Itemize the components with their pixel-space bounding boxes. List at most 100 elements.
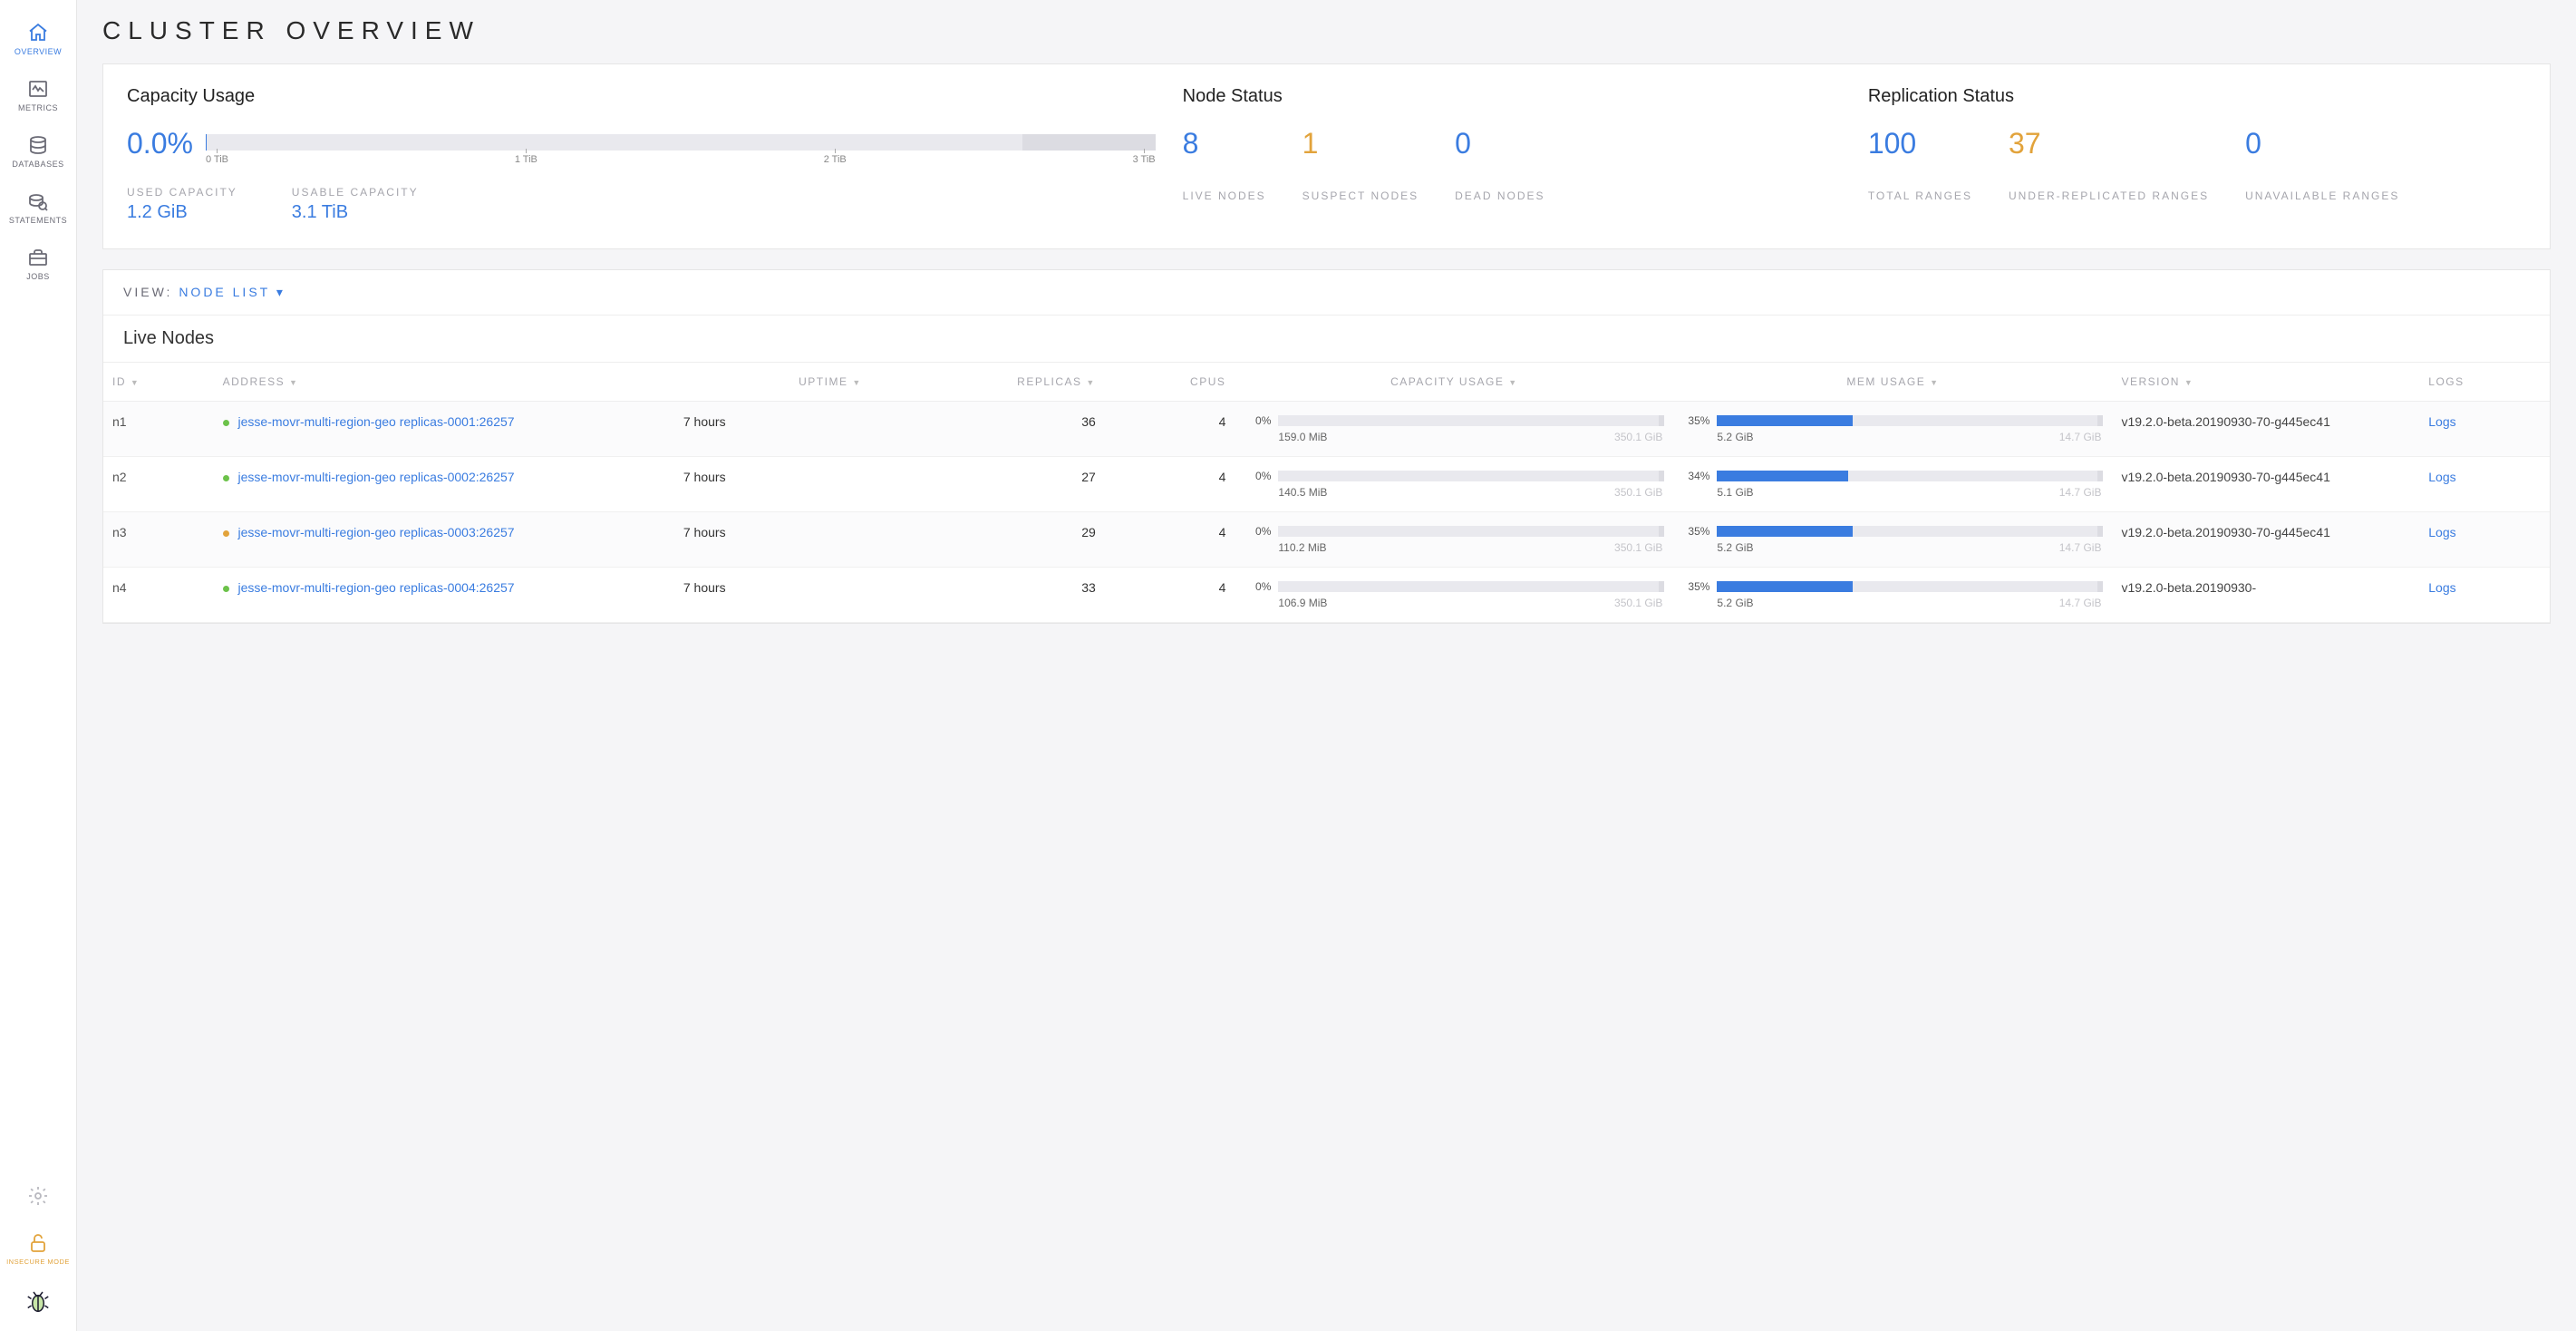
node-version: v19.2.0-beta.20190930-70-g445ec41 — [2112, 456, 2419, 511]
capacity-section: Capacity Usage 0.0% 0 TiB 1 TiB 2 TiB 3 … — [127, 86, 1156, 223]
capacity-title: Capacity Usage — [127, 86, 1156, 107]
col-mem[interactable]: MEM USAGE ▼ — [1673, 362, 2112, 401]
col-capacity[interactable]: CAPACITY USAGE ▼ — [1235, 362, 1673, 401]
sidebar-item-label: METRICS — [18, 103, 58, 112]
col-logs: LOGS — [2419, 362, 2550, 401]
node-version: v19.2.0-beta.20190930-70-g445ec41 — [2112, 511, 2419, 567]
sidebar-item-overview[interactable]: OVERVIEW — [11, 11, 65, 67]
col-uptime[interactable]: UPTIME ▼ — [674, 362, 871, 401]
table-row: n4 jesse-movr-multi-region-geo replicas-… — [103, 567, 2550, 622]
capacity-usage-bar — [1278, 415, 1664, 426]
node-address-cell: jesse-movr-multi-region-geo replicas-000… — [214, 401, 674, 456]
col-replicas[interactable]: REPLICAS ▼ — [871, 362, 1105, 401]
mem-usage-bar — [1717, 471, 2103, 481]
dead-nodes-stat: 0 DEAD NODES — [1455, 127, 1545, 204]
node-address-link[interactable]: jesse-movr-multi-region-geo replicas-000… — [238, 414, 515, 429]
node-cpus: 4 — [1105, 456, 1235, 511]
table-row: n3 jesse-movr-multi-region-geo replicas-… — [103, 511, 2550, 567]
sidebar-item-label: STATEMENTS — [9, 216, 67, 225]
mem-usage-bar — [1717, 526, 2103, 537]
node-address-link[interactable]: jesse-movr-multi-region-geo replicas-000… — [238, 470, 515, 484]
node-replicas: 27 — [871, 456, 1105, 511]
capacity-usage-cell: 0% 106.9 MiB350.1 GiB — [1235, 567, 1673, 622]
replication-status-section: Replication Status 100 TOTAL RANGES 37 U… — [1868, 86, 2526, 223]
logs-link[interactable]: Logs — [2428, 580, 2455, 595]
node-address-cell: jesse-movr-multi-region-geo replicas-000… — [214, 567, 674, 622]
sidebar-item-databases[interactable]: DATABASES — [8, 123, 67, 180]
capacity-ticks: 0 TiB 1 TiB 2 TiB 3 TiB — [206, 154, 1156, 165]
node-status-section: Node Status 8 LIVE NODES 1 SUSPECT NODES… — [1183, 86, 1841, 223]
node-version: v19.2.0-beta.20190930- — [2112, 567, 2419, 622]
node-status-title: Node Status — [1183, 86, 1841, 107]
sidebar-item-metrics[interactable]: METRICS — [15, 67, 62, 123]
col-version[interactable]: VERSION ▼ — [2112, 362, 2419, 401]
capacity-usage-bar — [1278, 526, 1664, 537]
node-address-cell: jesse-movr-multi-region-geo replicas-000… — [214, 511, 674, 567]
node-version: v19.2.0-beta.20190930-70-g445ec41 — [2112, 401, 2419, 456]
view-dropdown[interactable]: NODE LIST ▾ — [179, 285, 286, 299]
node-uptime: 7 hours — [674, 511, 871, 567]
chevron-down-icon: ▾ — [276, 285, 286, 299]
node-cpus: 4 — [1105, 511, 1235, 567]
nodes-table-card: VIEW: NODE LIST ▾ Live Nodes ID ▼ ADDRES… — [102, 269, 2551, 624]
home-icon — [27, 22, 49, 44]
usable-capacity-block: USABLE CAPACITY 3.1 TiB — [292, 185, 419, 223]
node-uptime: 7 hours — [674, 456, 871, 511]
status-dot-icon — [223, 586, 229, 592]
capacity-usage-cell: 0% 140.5 MiB350.1 GiB — [1235, 456, 1673, 511]
used-capacity-block: USED CAPACITY 1.2 GiB — [127, 185, 237, 223]
under-replicated-stat: 37 UNDER-REPLICATED RANGES — [2009, 127, 2209, 204]
summary-card: Capacity Usage 0.0% 0 TiB 1 TiB 2 TiB 3 … — [102, 63, 2551, 249]
mem-usage-bar — [1717, 415, 2103, 426]
node-address-link[interactable]: jesse-movr-multi-region-geo replicas-000… — [238, 580, 515, 595]
capacity-usage-cell: 0% 159.0 MiB350.1 GiB — [1235, 401, 1673, 456]
node-id: n4 — [103, 567, 214, 622]
col-cpus[interactable]: CPUS — [1105, 362, 1235, 401]
status-dot-icon — [223, 420, 229, 426]
node-replicas: 36 — [871, 401, 1105, 456]
sidebar-item-jobs[interactable]: JOBS — [23, 236, 53, 292]
capacity-usage-bar — [1278, 581, 1664, 592]
col-address[interactable]: ADDRESS ▼ — [214, 362, 674, 401]
logs-link[interactable]: Logs — [2428, 414, 2455, 429]
replication-title: Replication Status — [1868, 86, 2526, 107]
sidebar-item-label: INSECURE MODE — [6, 1258, 70, 1266]
unavailable-ranges-stat: 0 UNAVAILABLE RANGES — [2245, 127, 2399, 204]
cockroach-logo-icon — [24, 1287, 52, 1315]
nodes-table: ID ▼ ADDRESS ▼ UPTIME ▼ REPLICAS ▼ CPUS … — [103, 362, 2550, 623]
sidebar-item-label: DATABASES — [12, 160, 63, 169]
node-cpus: 4 — [1105, 401, 1235, 456]
capacity-usage-bar — [1278, 471, 1664, 481]
sidebar-item-insecure-mode[interactable]: INSECURE MODE — [3, 1221, 73, 1277]
status-dot-icon — [223, 530, 229, 537]
logs-link[interactable]: Logs — [2428, 470, 2455, 484]
live-nodes-title: Live Nodes — [103, 316, 2550, 362]
suspect-nodes-stat: 1 SUSPECT NODES — [1303, 127, 1419, 204]
node-cpus: 4 — [1105, 567, 1235, 622]
node-id: n2 — [103, 456, 214, 511]
node-address-cell: jesse-movr-multi-region-geo replicas-000… — [214, 456, 674, 511]
capacity-usage-cell: 0% 110.2 MiB350.1 GiB — [1235, 511, 1673, 567]
sidebar-item-label: OVERVIEW — [15, 47, 62, 56]
total-ranges-stat: 100 TOTAL RANGES — [1868, 127, 1972, 204]
logs-link[interactable]: Logs — [2428, 525, 2455, 539]
statements-icon — [27, 190, 49, 212]
jobs-icon — [27, 247, 49, 268]
mem-usage-cell: 35% 5.2 GiB14.7 GiB — [1673, 567, 2112, 622]
node-id: n3 — [103, 511, 214, 567]
table-row: n1 jesse-movr-multi-region-geo replicas-… — [103, 401, 2550, 456]
node-replicas: 29 — [871, 511, 1105, 567]
node-uptime: 7 hours — [674, 401, 871, 456]
capacity-bar — [206, 134, 1156, 151]
sidebar-item-logo[interactable] — [21, 1277, 55, 1322]
mem-usage-cell: 35% 5.2 GiB14.7 GiB — [1673, 401, 2112, 456]
sidebar-item-settings[interactable] — [24, 1174, 53, 1221]
col-id[interactable]: ID ▼ — [103, 362, 214, 401]
live-nodes-stat: 8 LIVE NODES — [1183, 127, 1266, 204]
sidebar-item-statements[interactable]: STATEMENTS — [5, 180, 71, 236]
mem-usage-bar — [1717, 581, 2103, 592]
page-title: CLUSTER OVERVIEW — [102, 16, 2551, 45]
gear-icon — [27, 1185, 49, 1207]
capacity-percent: 0.0% — [127, 127, 193, 160]
node-address-link[interactable]: jesse-movr-multi-region-geo replicas-000… — [238, 525, 515, 539]
